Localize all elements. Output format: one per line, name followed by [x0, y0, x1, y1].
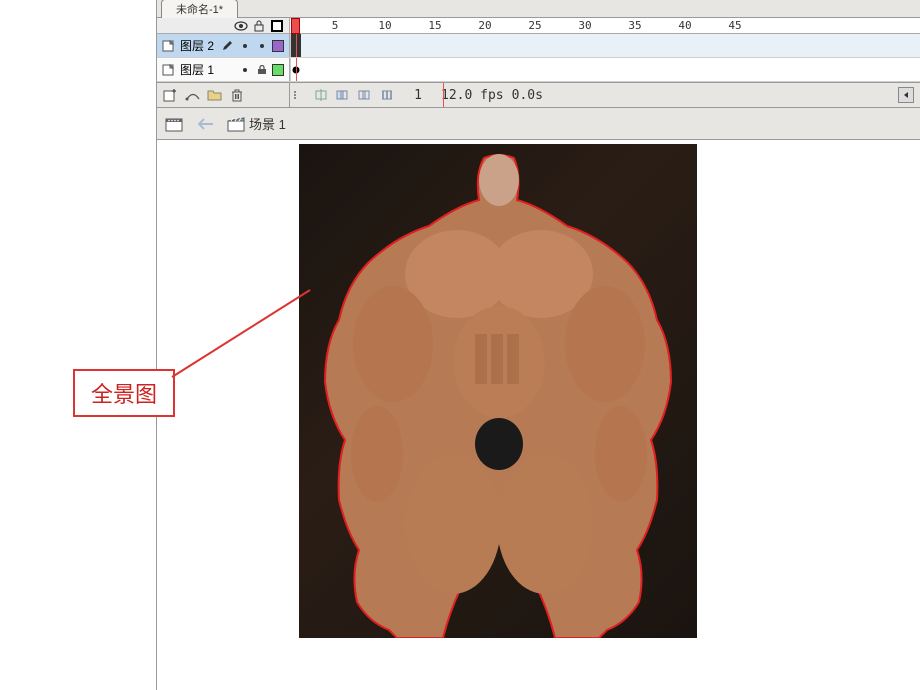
layer-color-swatch[interactable] — [272, 40, 284, 52]
layer-track[interactable] — [290, 34, 920, 57]
lock-dot[interactable] — [256, 40, 268, 52]
layer-tools — [157, 83, 290, 107]
page-icon — [162, 64, 176, 76]
new-layer-icon[interactable] — [163, 87, 179, 103]
layer-track[interactable] — [290, 58, 920, 81]
timeline-ruler[interactable]: 1 5 10 15 20 25 30 35 40 45 — [290, 18, 920, 33]
onion-skin-outlines-icon[interactable] — [357, 87, 373, 103]
onion-skin-icon[interactable] — [335, 87, 351, 103]
visibility-dot[interactable] — [238, 39, 252, 53]
scroll-left-button[interactable] — [898, 87, 914, 103]
layer-row[interactable]: 图层 2 — [157, 34, 920, 58]
app-panel: 未命名-1* 1 5 10 15 20 25 30 35 — [157, 0, 920, 690]
layer-row[interactable]: 图层 1 — [157, 58, 920, 82]
stage-image[interactable] — [299, 144, 697, 638]
layer-control-1[interactable]: 图层 1 — [157, 58, 290, 81]
playhead-line — [296, 34, 297, 57]
scene-bar: 场景 1 — [157, 108, 920, 140]
trash-icon[interactable] — [229, 87, 245, 103]
scene-name-text: 场景 1 — [249, 114, 286, 133]
tab-bar: 未命名-1* — [157, 0, 920, 18]
drag-handle-icon[interactable] — [290, 83, 300, 107]
timeline-header: 1 5 10 15 20 25 30 35 40 45 — [157, 18, 920, 34]
layer-color-swatch[interactable] — [272, 64, 284, 76]
layer-name-label: 图层 2 — [180, 37, 216, 54]
pencil-icon — [220, 39, 234, 53]
eye-icon[interactable] — [234, 19, 248, 33]
layer-column-header — [157, 18, 290, 33]
edit-multiple-frames-icon[interactable] — [379, 87, 395, 103]
timeline-status-bar: 1 12.0 fps 0.0s — [157, 82, 920, 108]
ruler-numbers: 1 5 10 15 20 25 30 35 40 45 — [290, 18, 920, 34]
playhead-line — [296, 58, 297, 81]
annotation-callout: 全景图 — [73, 369, 175, 417]
page-icon — [162, 40, 176, 52]
visibility-dot[interactable] — [238, 63, 252, 77]
back-arrow-icon[interactable] — [195, 113, 217, 135]
left-gutter — [0, 0, 157, 690]
document-tab[interactable]: 未命名-1* — [161, 0, 238, 18]
timeline-status-info: 1 12.0 fps 0.0s — [301, 87, 920, 103]
layer-name-label: 图层 1 — [180, 61, 216, 78]
annotation-label: 全景图 — [91, 382, 157, 407]
folder-icon[interactable] — [207, 87, 223, 103]
traced-outline — [299, 144, 697, 638]
fps-value: 12.0 fps — [441, 88, 504, 103]
playhead[interactable] — [291, 18, 300, 34]
playhead-line-status — [443, 83, 444, 107]
elapsed-time-value: 0.0s — [512, 88, 543, 103]
pencil-slot-empty — [220, 63, 234, 77]
center-frame-icon[interactable] — [313, 87, 329, 103]
clapperboard-icon — [227, 116, 245, 132]
scene-label[interactable]: 场景 1 — [227, 114, 286, 133]
layer-control-2[interactable]: 图层 2 — [157, 34, 290, 57]
current-frame-value: 1 — [403, 88, 433, 103]
edit-scene-icon[interactable] — [163, 113, 185, 135]
layers-panel: 图层 2 图层 1 — [157, 34, 920, 82]
lock-column-icon[interactable] — [252, 19, 266, 33]
new-motion-guide-icon[interactable] — [185, 87, 201, 103]
stage-canvas[interactable] — [157, 140, 920, 690]
document-tab-label: 未命名-1* — [176, 4, 223, 16]
lock-icon[interactable] — [256, 64, 268, 76]
outline-column-icon[interactable] — [270, 19, 284, 33]
